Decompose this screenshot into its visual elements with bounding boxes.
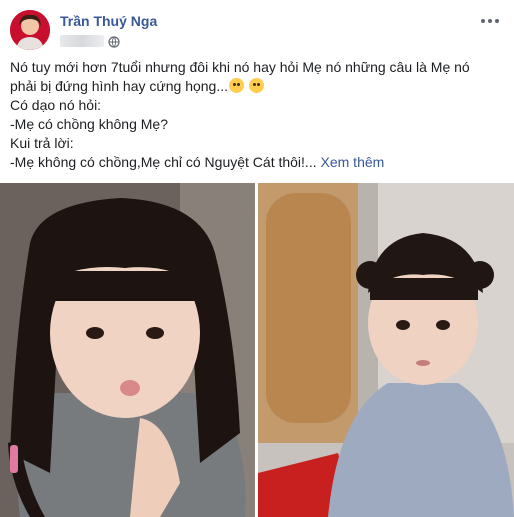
sad-emoji-icon: [248, 78, 264, 93]
post-meta: [60, 34, 120, 48]
rolling-eyes-emoji-icon: [229, 78, 245, 93]
post-photos: [0, 183, 514, 517]
photo-girl-kissing-face[interactable]: [0, 183, 255, 517]
post-line-2: phải bị đứng hình hay cứng họng...: [10, 77, 504, 96]
post-line-1: Nó tuy mới hơn 7tuổi nhưng đôi khi nó ha…: [10, 59, 470, 75]
more-options-icon[interactable]: [478, 12, 502, 30]
post-text: Nó tuy mới hơn 7tuổi nhưng đôi khi nó ha…: [10, 58, 504, 172]
post-line-3: Có dạo nó hỏi:: [10, 97, 102, 113]
post-timestamp[interactable]: [60, 35, 104, 47]
avatar-image: [10, 10, 50, 50]
author-avatar[interactable]: [10, 10, 50, 50]
post-line-6-text: -Mẹ không có chồng,Mẹ chỉ có Nguyệt Cát …: [10, 154, 317, 170]
post-line-6: -Mẹ không có chồng,Mẹ chỉ có Nguyệt Cát …: [10, 153, 504, 172]
see-more-link[interactable]: Xem thêm: [321, 154, 385, 170]
post-line-5: Kui trả lời:: [10, 135, 74, 151]
post-line-2-text: phải bị đứng hình hay cứng họng...: [10, 78, 229, 94]
author-name[interactable]: Trần Thuý Nga: [60, 13, 157, 29]
globe-icon[interactable]: [108, 35, 120, 48]
post-line-4: -Mẹ có chồng không Mẹ?: [10, 116, 168, 132]
post-header: Trần Thuý Nga: [10, 10, 504, 52]
facebook-post: Trần Thuý Nga Nó tuy mới hơn 7tuổi nhưng…: [0, 0, 514, 517]
photo-girl-traditional-dress[interactable]: [258, 183, 514, 517]
